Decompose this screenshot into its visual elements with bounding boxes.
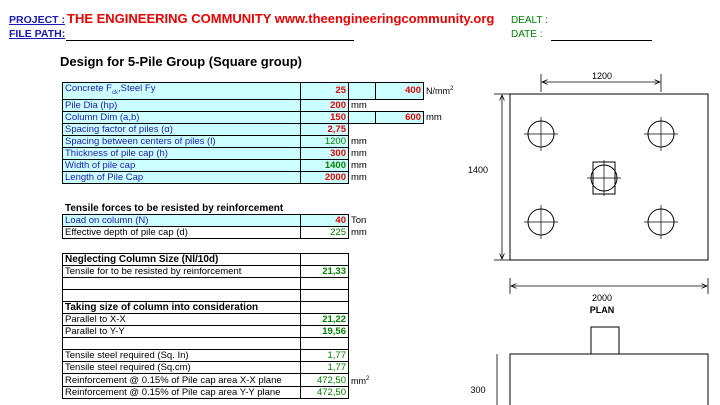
pile-center: [587, 160, 621, 196]
spacing-unit: mm: [351, 135, 367, 147]
dimension-top: 1200: [540, 71, 662, 92]
column-b-value[interactable]: 600: [375, 110, 424, 124]
spacing-factor-label: Spacing factor of piles (α): [62, 122, 301, 136]
reinf-y-label: Reinforcement @ 0.15% of Pile cap area Y…: [62, 386, 301, 399]
page-title: Design for 5-Pile Group (Square group): [60, 54, 302, 69]
table-row: Taking size of column into consideration: [62, 301, 372, 314]
reinf-x-value: 472,50: [300, 373, 349, 387]
pile-top-right: [644, 117, 678, 151]
project-label: PROJECT :: [9, 14, 66, 26]
spacing-label: Spacing between centers of piles (l): [62, 134, 301, 148]
parallel-yy-label: Parallel to Y-Y: [62, 325, 301, 338]
width-label: Width of pile cap: [62, 158, 301, 172]
date-field[interactable]: [551, 40, 652, 41]
pile-bottom-right: [644, 205, 678, 239]
dimension-bottom: 2000: [509, 278, 709, 303]
table-row: Load on column (N) 40 Ton: [62, 214, 376, 227]
column-a-value[interactable]: 150: [300, 110, 349, 124]
neglect-tensile-value: 21,33: [300, 265, 349, 278]
tensile-table: Load on column (N) 40 Ton Effective dept…: [62, 214, 376, 239]
plan-label: PLAN: [590, 305, 615, 315]
dim-left-label: 1400: [468, 165, 488, 175]
section-view: 300: [470, 326, 709, 405]
filepath-label: FILE PATH:: [9, 28, 66, 40]
table-row: Column Dim (a,b) 150 600 mm: [62, 110, 456, 124]
pile-top-left: [524, 117, 558, 151]
dim-top-label: 1200: [592, 71, 612, 81]
table-row: [62, 277, 372, 290]
table-row: Pile Dia (hp) 200 mm: [62, 98, 456, 112]
steel-sqin-label: Tensile steel required (Sq. In): [62, 349, 301, 362]
table-row: Tensile steel required (Sq.cm) 1,77: [62, 361, 372, 374]
dim-bottom-label: 2000: [592, 293, 612, 303]
table-row: Parallel to X-X 21,22: [62, 313, 372, 326]
load-value[interactable]: 40: [300, 214, 349, 227]
pile-bottom-left: [524, 205, 558, 239]
table-row: Effective depth of pile cap (d) 225 mm: [62, 226, 376, 239]
depth-unit: mm: [351, 227, 367, 238]
stress-unit: N/mm2: [426, 86, 454, 97]
results-table: Neglecting Column Size (Nl/10d) Tensile …: [62, 253, 372, 399]
pile-dia-value[interactable]: 200: [300, 98, 349, 112]
steel-sqcm-label: Tensile steel required (Sq.cm): [62, 361, 301, 374]
thickness-label: Thickness of pile cap (h): [62, 146, 301, 160]
table-row: [62, 337, 372, 350]
table-row: Concrete Fck,Steel Fy 25 400 N/mm2: [62, 82, 456, 100]
pile-cap-drawing: 1200 1400 2000 PLAN 300: [468, 71, 709, 405]
table-row: Length of Pile Cap 2000 mm: [62, 170, 456, 184]
neglect-tensile-label: Tensile for to be resisted by reinforcem…: [62, 265, 301, 278]
consider-heading: Taking size of column into consideration: [62, 301, 301, 314]
steel-sqin-value: 1,77: [300, 349, 349, 362]
pile-dia-unit: mm: [351, 99, 367, 111]
concrete-value[interactable]: 25: [300, 82, 349, 100]
column-dim-label: Column Dim (a,b): [62, 110, 301, 124]
length-label: Length of Pile Cap: [62, 170, 301, 184]
spacing-value: 1200: [300, 134, 349, 148]
filepath-field[interactable]: [66, 40, 354, 41]
dealt-label: DEALT :: [511, 15, 548, 26]
spacing-factor-value[interactable]: 2,75: [300, 122, 349, 136]
neglect-heading: Neglecting Column Size (Nl/10d): [62, 253, 301, 266]
load-label: Load on column (N): [62, 214, 301, 227]
table-row: [62, 289, 372, 302]
reinf-x-label: Reinforcement @ 0.15% of Pile cap area X…: [62, 373, 301, 387]
load-unit: Ton: [351, 215, 367, 226]
table-row: Reinforcement @ 0.15% of Pile cap area Y…: [62, 386, 372, 399]
parallel-xx-value: 21,22: [300, 313, 349, 326]
width-unit: mm: [351, 159, 367, 171]
project-name: THE ENGINEERING COMMUNITY www.theenginee…: [67, 11, 495, 26]
steel-sqcm-value: 1,77: [300, 361, 349, 374]
width-value: 1400: [300, 158, 349, 172]
table-row: Width of pile cap 1400 mm: [62, 158, 456, 172]
length-unit: mm: [351, 171, 367, 183]
thickness-value[interactable]: 300: [300, 146, 349, 160]
parallel-xx-label: Parallel to X-X: [62, 313, 301, 326]
column-unit: mm: [426, 111, 442, 123]
table-row: Parallel to Y-Y 19,56: [62, 325, 372, 338]
length-value[interactable]: 2000: [300, 170, 349, 184]
table-row: Spacing factor of piles (α) 2,75: [62, 122, 456, 136]
parallel-yy-value: 19,56: [300, 325, 349, 338]
reinf-y-value: 472,50: [300, 386, 349, 399]
table-row: Neglecting Column Size (Nl/10d): [62, 253, 372, 266]
depth-value: 225: [300, 226, 349, 239]
thickness-unit: mm: [351, 147, 367, 159]
reinf-unit: mm2: [351, 375, 370, 386]
input-table: Concrete Fck,Steel Fy 25 400 N/mm2 Pile …: [62, 82, 456, 184]
table-row: Tensile steel required (Sq. In) 1,77: [62, 349, 372, 362]
table-row: Reinforcement @ 0.15% of Pile cap area X…: [62, 373, 372, 387]
tensile-heading: Tensile forces to be resisted by reinfor…: [65, 203, 284, 214]
steel-value[interactable]: 400: [375, 82, 424, 100]
date-label: DATE :: [511, 29, 543, 40]
concrete-label: Concrete Fck,Steel Fy: [62, 82, 301, 100]
depth-label: Effective depth of pile cap (d): [62, 226, 301, 239]
table-row: Thickness of pile cap (h) 300 mm: [62, 146, 456, 160]
table-row: Tensile for to be resisted by reinforcem…: [62, 265, 372, 278]
dim-section-label: 300: [470, 385, 485, 395]
table-row: Spacing between centers of piles (l) 120…: [62, 134, 456, 148]
dimension-left: 1400: [468, 93, 510, 261]
pile-dia-label: Pile Dia (hp): [62, 98, 301, 112]
